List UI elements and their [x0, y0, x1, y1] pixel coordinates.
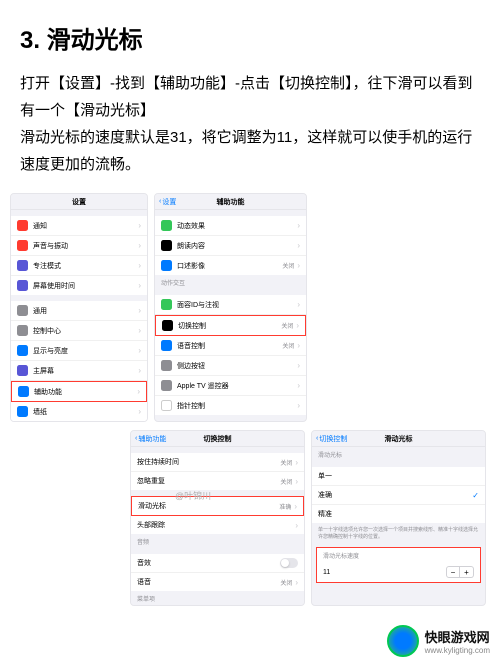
face-icon	[161, 299, 172, 310]
site-logo-block: 快眼游戏网 www.kyligting.com	[387, 625, 490, 657]
row-apple-tv: Apple TV 遥控器›	[155, 376, 306, 396]
group-menu: 菜单项	[131, 591, 304, 605]
row-spoken: 朗读内容›	[155, 236, 306, 256]
row-wallpaper: 墙纸›	[11, 402, 147, 421]
minus-button: −	[446, 566, 460, 578]
row-motion: 动态效果›	[155, 216, 306, 236]
row-fine: 精准	[312, 505, 485, 523]
screenshot-settings: 设置 通知› 声音与振动› 专注模式› 屏幕使用时间› 通用› 控制中心› 显示…	[10, 193, 148, 422]
row-general: 通用›	[11, 301, 147, 321]
row-screentime: 屏幕使用时间›	[11, 276, 147, 295]
moon-icon	[17, 260, 28, 271]
button-icon	[161, 360, 172, 371]
row-control-center: 控制中心›	[11, 321, 147, 341]
page-title: 3. 滑动光标	[0, 0, 500, 70]
row-audio-desc: 口述影像关闭›	[155, 256, 306, 275]
row-sounds: 声音与振动›	[11, 236, 147, 256]
switch-icon	[162, 320, 173, 331]
row-gliding-cursor: 滑动光标准确›	[131, 496, 304, 516]
group-label: 动作交互	[155, 275, 306, 289]
group-cursor: 滑动光标	[312, 447, 485, 461]
row-single: 单一	[312, 467, 485, 486]
chevron-left-icon: ‹	[316, 435, 318, 442]
row-side-button: 侧边按钮›	[155, 356, 306, 376]
group-audio: 音频	[131, 534, 304, 548]
flower-icon	[17, 406, 28, 417]
toggle-off	[280, 558, 298, 568]
ad-icon	[161, 260, 172, 271]
back-button: ‹切换控制	[316, 434, 347, 444]
weibo-watermark: @叶锦川	[175, 489, 211, 502]
row-focus: 专注模式›	[11, 256, 147, 276]
screenshots-row-2: ‹辅助功能切换控制 按住持续时间关闭› 忽略重复关闭› 滑动光标准确› 头部跟踪…	[0, 430, 500, 606]
row-hold-duration: 按住持续时间关闭›	[131, 453, 304, 472]
speech-icon	[161, 240, 172, 251]
screenshot-gliding-cursor: ‹切换控制滑动光标 滑动光标 单一 准确✓ 精准 单一十字线选项允许您一次选择一…	[311, 430, 486, 606]
row-faceid: 面容ID与注视›	[155, 295, 306, 315]
group-speed: 滑动光标速度	[317, 548, 480, 562]
site-logo-icon	[387, 625, 419, 657]
row-accessibility: 辅助功能›	[11, 381, 147, 402]
footnote: 单一十字线选项允许您一次选择一个项目并搜索线形、精准十字线选择允许您精确控制十字…	[312, 523, 485, 543]
hourglass-icon	[17, 280, 28, 291]
row-head-tracking: 头部跟踪›	[131, 516, 304, 534]
back-button: ‹设置	[159, 197, 176, 207]
check-icon: ✓	[472, 491, 479, 500]
remote-icon	[161, 380, 172, 391]
site-name: 快眼游戏网	[425, 627, 490, 646]
body-text: 打开【设置】-找到【辅助功能】-点击【切换控制】，往下滑可以看到有一个【滑动光标…	[0, 70, 500, 193]
grid-icon	[17, 365, 28, 376]
switches-icon	[17, 325, 28, 336]
row-ignore-repeat: 忽略重复关闭›	[131, 472, 304, 490]
row-sound-effects: 音效	[131, 554, 304, 573]
row-voice-control: 语音控制关闭›	[155, 336, 306, 356]
screen-title: 设置	[72, 197, 86, 207]
row-precise: 准确✓	[312, 486, 485, 505]
row-voice: 语音关闭›	[131, 573, 304, 591]
row-pointer: 指针控制›	[155, 396, 306, 415]
gear-icon	[17, 305, 28, 316]
speed-value: 11	[323, 569, 446, 576]
plus-button: +	[460, 566, 474, 578]
chevron-left-icon: ‹	[135, 435, 137, 442]
bell-icon	[17, 220, 28, 231]
row-switch-control: 切换控制关闭›	[155, 315, 306, 336]
back-button: ‹辅助功能	[135, 434, 166, 444]
chevron-left-icon: ‹	[159, 198, 161, 205]
pointer-icon	[161, 400, 172, 411]
row-home: 主屏幕›	[11, 361, 147, 381]
chevron-right-icon: ›	[138, 221, 141, 230]
screenshots-row-1: 设置 通知› 声音与振动› 专注模式› 屏幕使用时间› 通用› 控制中心› 显示…	[0, 193, 500, 422]
motion-icon	[161, 220, 172, 231]
screenshot-accessibility: ‹设置辅助功能 动态效果› 朗读内容› 口述影像关闭› 动作交互 面容ID与注视…	[154, 193, 307, 422]
mic-icon	[161, 340, 172, 351]
accessibility-icon	[18, 386, 29, 397]
speed-stepper: − +	[446, 566, 474, 578]
site-url: www.kyligting.com	[425, 646, 490, 655]
screenshot-switch-control: ‹辅助功能切换控制 按住持续时间关闭› 忽略重复关闭› 滑动光标准确› 头部跟踪…	[130, 430, 305, 606]
row-speed: 11 − +	[317, 562, 480, 582]
row-notifications: 通知›	[11, 216, 147, 236]
speaker-icon	[17, 240, 28, 251]
sun-icon	[17, 345, 28, 356]
row-display: 显示与亮度›	[11, 341, 147, 361]
